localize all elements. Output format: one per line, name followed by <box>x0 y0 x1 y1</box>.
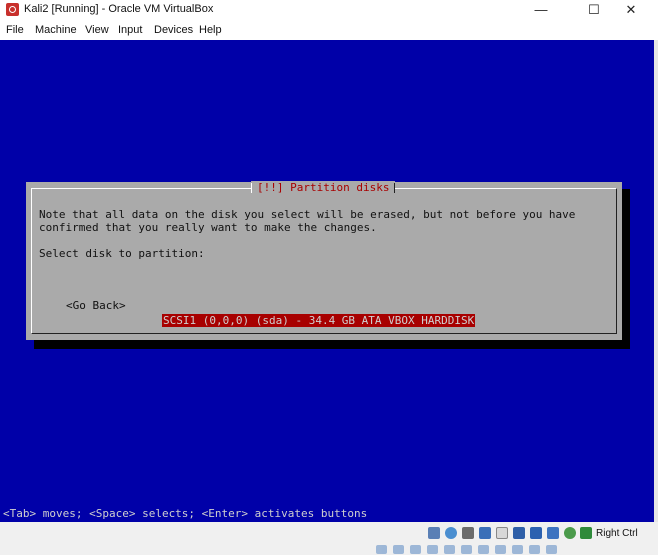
window-edge <box>654 40 658 522</box>
window-titlebar: Kali2 [Running] - Oracle VM VirtualBox —… <box>0 0 658 20</box>
display-icon[interactable] <box>530 527 542 539</box>
close-button[interactable]: ✕ <box>613 0 649 20</box>
audio-icon[interactable] <box>462 527 474 539</box>
network-icon[interactable] <box>479 527 491 539</box>
vm-screen[interactable]: [!!] Partition disks Note that all data … <box>0 40 654 522</box>
dialog-title: [!!] Partition disks <box>251 181 396 194</box>
partition-dialog: [!!] Partition disks Note that all data … <box>26 181 622 340</box>
menu-devices[interactable]: Devices <box>154 24 193 36</box>
menu-view[interactable]: View <box>85 24 109 36</box>
dialog-message-line2: confirmed that you really want to make t… <box>39 221 377 234</box>
virtualbox-icon <box>6 3 19 16</box>
maximize-button[interactable]: ☐ <box>576 0 612 20</box>
dialog-message-line1: Note that all data on the disk you selec… <box>39 208 576 221</box>
host-key-label: Right Ctrl <box>596 528 638 539</box>
go-back-button[interactable]: <Go Back> <box>66 299 126 312</box>
mouse-integration-icon[interactable] <box>564 527 576 539</box>
window-title: Kali2 [Running] - Oracle VM VirtualBox <box>24 3 214 15</box>
keyboard-capture-icon[interactable] <box>580 527 592 539</box>
menu-machine[interactable]: Machine <box>35 24 77 36</box>
shared-folders-icon[interactable] <box>513 527 525 539</box>
menu-input[interactable]: Input <box>118 24 142 36</box>
disk-option-sda[interactable]: SCSI1 (0,0,0) (sda) - 34.4 GB ATA VBOX H… <box>162 314 476 327</box>
optical-drive-icon[interactable] <box>445 527 457 539</box>
menu-help[interactable]: Help <box>199 24 222 36</box>
installer-help-line: <Tab> moves; <Space> selects; <Enter> ac… <box>3 507 368 520</box>
usb-icon[interactable] <box>496 527 508 539</box>
menu-bar: File Machine View Input Devices Help <box>0 20 658 40</box>
vbox-statusbar: Right Ctrl <box>0 522 658 554</box>
recording-icon[interactable] <box>547 527 559 539</box>
menu-file[interactable]: File <box>6 24 24 36</box>
minimize-button[interactable]: — <box>523 0 559 20</box>
hard-disk-icon[interactable] <box>428 527 440 539</box>
dialog-prompt: Select disk to partition: <box>39 247 205 260</box>
